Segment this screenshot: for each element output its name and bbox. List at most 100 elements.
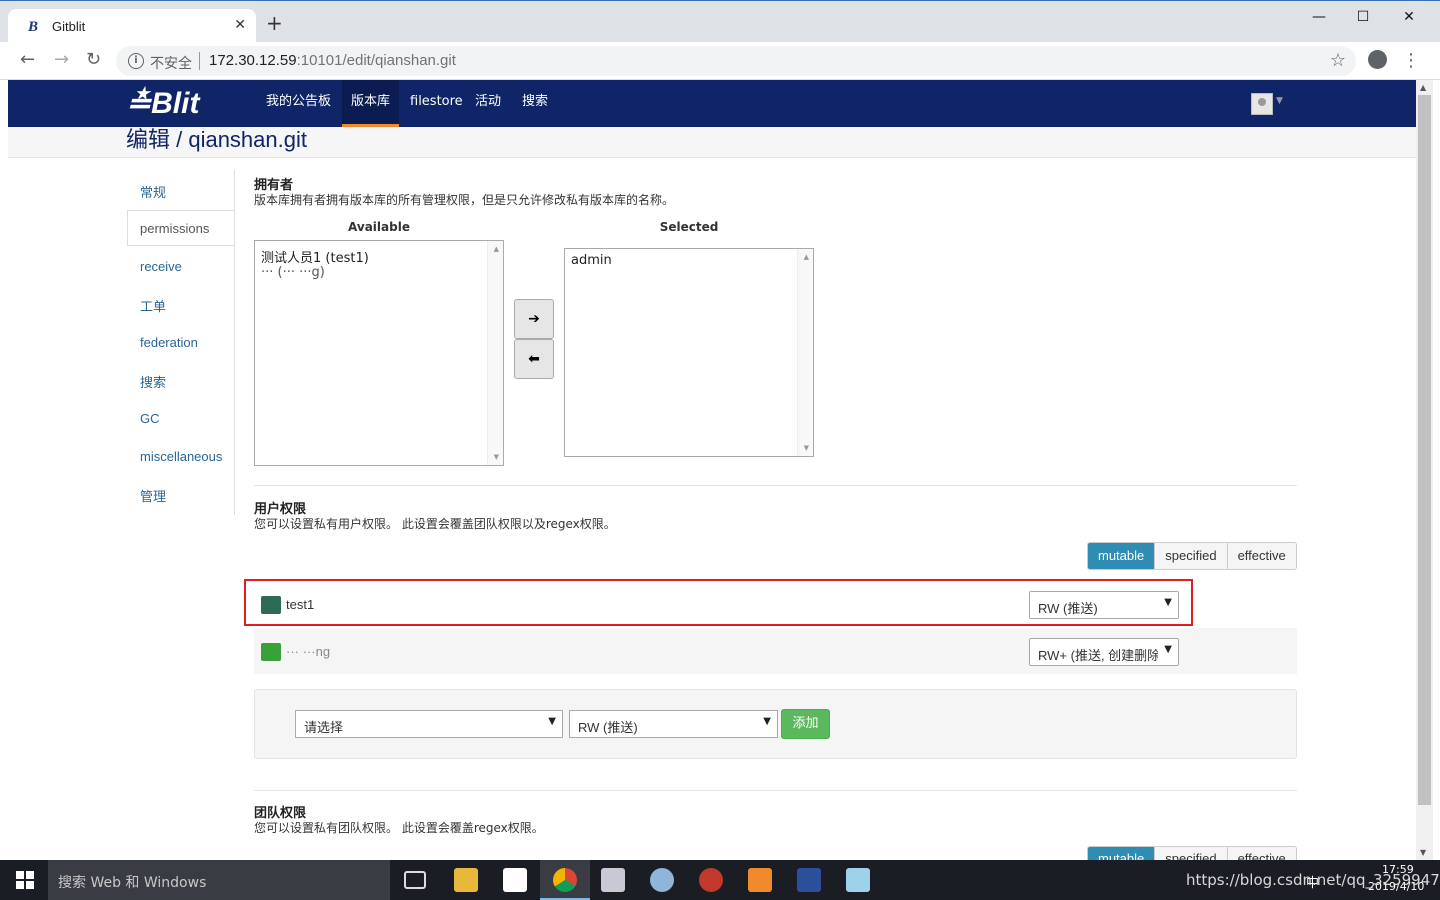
available-owner-option[interactable]: ··· (··· ···g): [261, 265, 325, 280]
section-divider: [254, 790, 1297, 791]
sidebar-item-admin[interactable]: 管理: [140, 486, 166, 505]
windows-start-icon[interactable]: [16, 871, 34, 889]
url-text[interactable]: 172.30.12.59:10101/edit/qianshan.git: [209, 52, 456, 69]
highlight-box: [244, 579, 1193, 626]
minimize-button[interactable]: —: [1296, 5, 1342, 31]
file-explorer-icon[interactable]: [454, 868, 478, 892]
permission-select[interactable]: RW+ (推送, 创建删除 ▼: [1029, 638, 1179, 666]
app-icon[interactable]: [846, 868, 870, 892]
scrollbar-thumb[interactable]: [1418, 95, 1431, 805]
nav-repositories[interactable]: 版本库: [342, 80, 400, 127]
browser-titlebar: B Gitblit ✕ + — ☐ ✕: [0, 0, 1440, 43]
insecure-label: 不安全: [150, 56, 192, 72]
available-label: Available: [348, 220, 410, 234]
gitblit-navbar: ≛Blit 我的公告板 版本库 filestore 活动 搜索 ▼: [8, 80, 1416, 127]
url-host: 172.30.12.59: [209, 52, 297, 69]
selected-owners-list[interactable]: admin ▲ ▼: [564, 248, 814, 457]
sidebar-item-tickets[interactable]: 工单: [140, 296, 166, 315]
available-owner-option[interactable]: 测试人员1 (test1): [261, 247, 369, 266]
view-effective-button[interactable]: effective: [1226, 847, 1296, 860]
browser-tab[interactable]: B Gitblit ✕: [8, 9, 256, 43]
scroll-down-icon[interactable]: ▼: [804, 444, 809, 452]
browser-menu-icon[interactable]: ⋮: [1402, 50, 1420, 71]
page-scrollbar[interactable]: ▲ ▼: [1416, 80, 1433, 860]
tab-title: Gitblit: [52, 19, 86, 34]
view-mutable-button[interactable]: mutable: [1088, 543, 1155, 569]
sidebar-item-federation[interactable]: federation: [140, 335, 198, 350]
nav-search[interactable]: 搜索: [514, 80, 556, 127]
chevron-down-icon[interactable]: ▼: [1276, 96, 1283, 106]
sidebar-item-permissions[interactable]: permissions: [140, 221, 209, 236]
task-view-icon[interactable]: [404, 871, 426, 889]
scroll-down-icon[interactable]: ▼: [1420, 848, 1426, 857]
view-specified-button[interactable]: specified: [1154, 847, 1227, 860]
available-owners-list[interactable]: 测试人员1 (test1) ··· (··· ···g) ▲ ▼: [254, 240, 504, 466]
team-permissions-description: 您可以设置私有团队权限。 此设置会覆盖regex权限。: [254, 821, 544, 835]
team-permission-view-toggle: mutable specified effective: [1087, 846, 1297, 860]
maximize-button[interactable]: ☐: [1340, 5, 1386, 31]
app-icon[interactable]: [650, 868, 674, 892]
remove-owner-button[interactable]: ⬅: [514, 339, 554, 379]
info-icon[interactable]: i: [128, 53, 144, 69]
view-specified-button[interactable]: specified: [1154, 543, 1227, 569]
sidebar-divider: [234, 170, 235, 515]
user-avatar-icon: [261, 643, 281, 661]
permission-select-value: RW+ (推送, 创建删除: [1038, 648, 1158, 663]
profile-icon[interactable]: [1368, 50, 1387, 69]
sidebar-item-search[interactable]: 搜索: [140, 372, 166, 391]
add-user-select-value: 请选择: [304, 720, 344, 735]
watermark: https://blog.csdn.net/qq_32599479: [1186, 871, 1440, 889]
user-avatar-icon[interactable]: [1251, 93, 1273, 115]
sidebar-item-general[interactable]: 常规: [140, 182, 166, 201]
scroll-up-icon[interactable]: ▲: [804, 253, 809, 261]
view-mutable-button[interactable]: mutable: [1088, 847, 1155, 860]
dropdown-arrow-icon: ▼: [1164, 644, 1172, 655]
selected-owner-option[interactable]: admin: [571, 253, 612, 268]
reload-icon[interactable]: ↻: [86, 50, 101, 70]
back-icon[interactable]: ←: [20, 50, 35, 70]
page-header: 编辑 / qianshan.git: [8, 127, 1416, 158]
gitblit-favicon-icon: B: [28, 19, 39, 35]
browser-toolbar: ← → ↻ i 不安全 172.30.12.59:10101/edit/qian…: [0, 42, 1440, 80]
section-divider: [254, 485, 1297, 486]
app-icon[interactable]: [797, 868, 821, 892]
add-owner-button[interactable]: ➔: [514, 299, 554, 339]
forward-icon[interactable]: →: [54, 50, 69, 70]
add-permission-select-value: RW (推送): [578, 720, 638, 735]
nav-activity[interactable]: 活动: [467, 80, 509, 127]
user-permission-view-toggle: mutable specified effective: [1087, 542, 1297, 570]
nav-filestore[interactable]: filestore: [402, 80, 471, 127]
sidebar-item-receive[interactable]: receive: [140, 259, 182, 274]
app-icon[interactable]: [748, 868, 772, 892]
taskbar-search[interactable]: 搜索 Web 和 Windows: [48, 860, 390, 900]
tab-close-icon[interactable]: ✕: [234, 17, 246, 33]
page-title: 编辑 / qianshan.git: [126, 127, 307, 152]
taskbar-search-placeholder: 搜索 Web 和 Windows: [58, 875, 207, 891]
store-icon[interactable]: [503, 868, 527, 892]
url-path: :10101/edit/qianshan.git: [296, 52, 456, 69]
list-scrollbar[interactable]: ▲ ▼: [797, 249, 813, 456]
user-permission-row: ··· ···ng RW+ (推送, 创建删除 ▼: [254, 628, 1297, 674]
close-window-button[interactable]: ✕: [1386, 5, 1432, 31]
new-tab-button[interactable]: +: [266, 13, 283, 33]
browser-app-icon[interactable]: [699, 868, 723, 892]
bookmark-star-icon[interactable]: ☆: [1330, 50, 1346, 71]
paint-icon[interactable]: [601, 868, 625, 892]
add-user-select[interactable]: 请选择 ▼: [295, 710, 563, 738]
nav-dashboard[interactable]: 我的公告板: [258, 80, 339, 127]
dropdown-arrow-icon: ▼: [763, 716, 771, 727]
view-effective-button[interactable]: effective: [1226, 543, 1296, 569]
dropdown-arrow-icon: ▼: [548, 716, 556, 727]
add-permission-button[interactable]: 添加: [781, 709, 830, 739]
list-scrollbar[interactable]: ▲ ▼: [487, 241, 503, 465]
add-permission-select[interactable]: RW (推送) ▼: [569, 710, 778, 738]
scroll-up-icon[interactable]: ▲: [494, 245, 499, 253]
scroll-down-icon[interactable]: ▼: [494, 453, 499, 461]
address-bar[interactable]: i 不安全 172.30.12.59:10101/edit/qianshan.g…: [116, 46, 1356, 76]
scroll-up-icon[interactable]: ▲: [1420, 83, 1426, 92]
sidebar-item-miscellaneous[interactable]: miscellaneous: [140, 449, 222, 464]
gitblit-logo[interactable]: ≛Blit: [126, 86, 199, 121]
owner-description: 版本库拥有者拥有版本库的所有管理权限，但是只允许修改私有版本库的名称。: [254, 193, 675, 207]
sidebar-item-gc[interactable]: GC: [140, 411, 160, 426]
chrome-icon[interactable]: [553, 868, 577, 892]
